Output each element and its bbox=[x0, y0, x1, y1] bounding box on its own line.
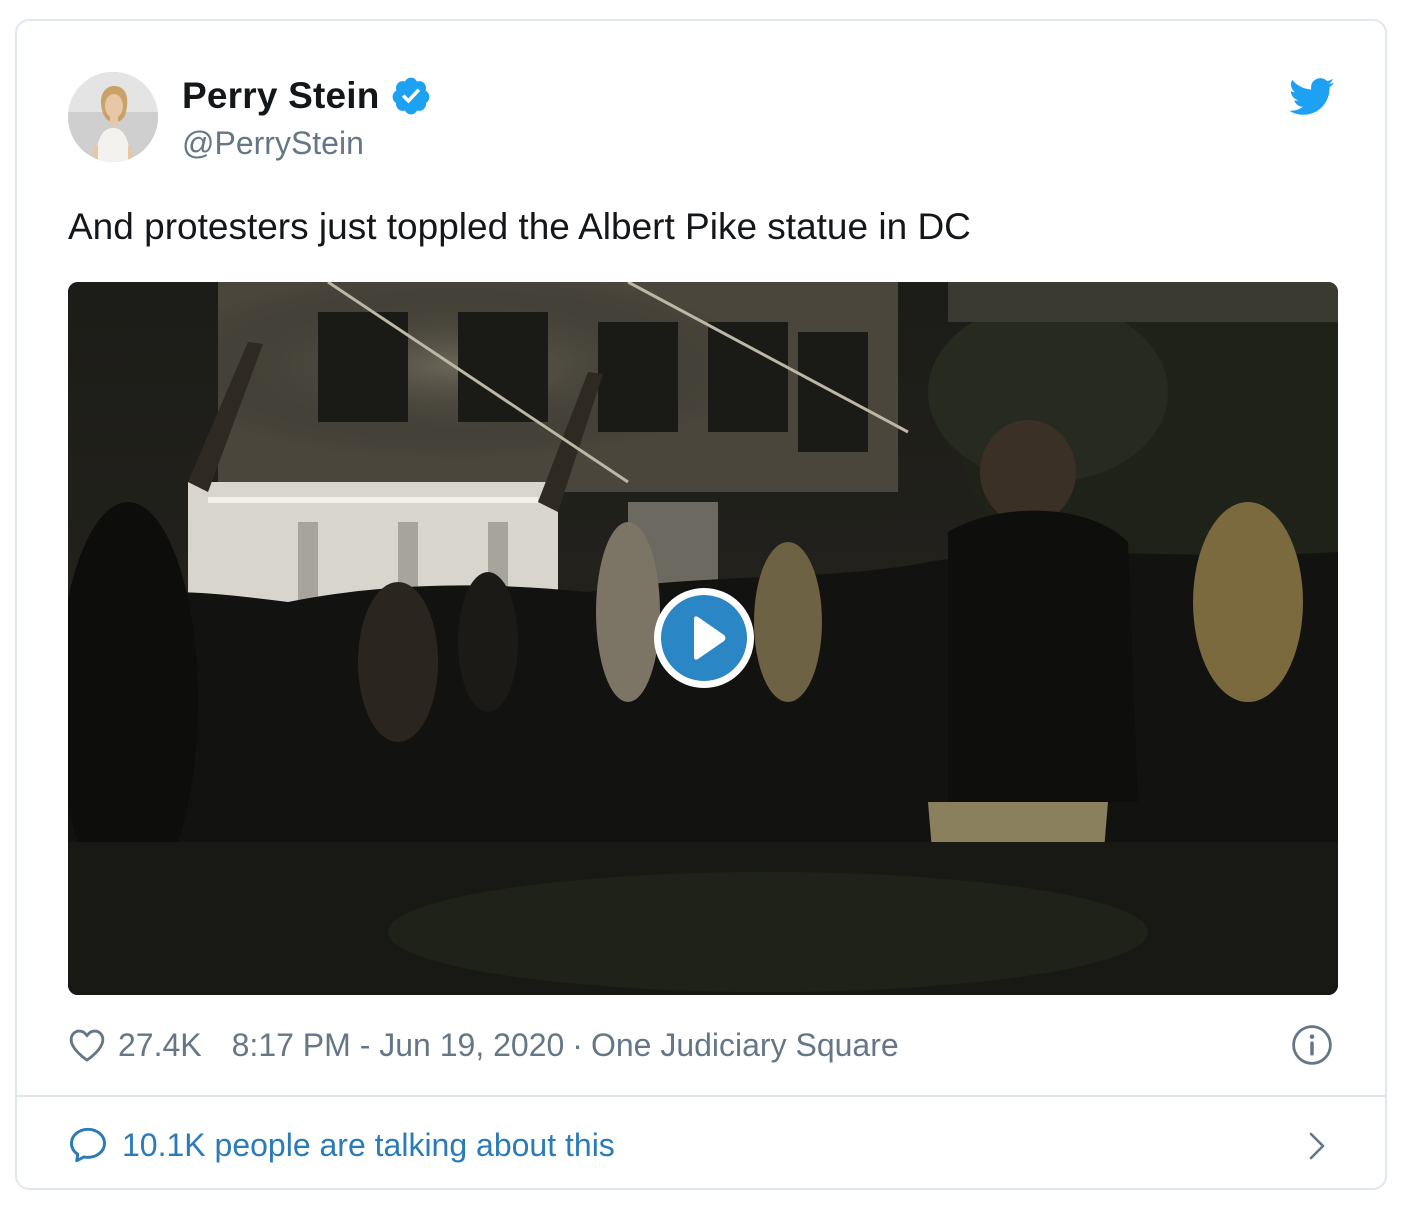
author-display-name[interactable]: Perry Stein bbox=[182, 75, 380, 117]
chevron-right-icon[interactable] bbox=[1307, 1131, 1327, 1161]
play-button[interactable] bbox=[654, 588, 754, 688]
heart-icon[interactable] bbox=[68, 1027, 106, 1063]
info-icon[interactable] bbox=[1291, 1024, 1333, 1066]
tweet-text: And protesters just toppled the Albert P… bbox=[68, 206, 971, 247]
like-count[interactable]: 27.4K bbox=[118, 1027, 202, 1064]
tweet-timestamp[interactable]: 8:17 PM - Jun 19, 2020 bbox=[232, 1027, 565, 1064]
conversation-label[interactable]: 10.1K people are talking about this bbox=[122, 1127, 615, 1164]
play-button-fill bbox=[661, 595, 747, 681]
verified-badge-icon bbox=[392, 77, 429, 115]
divider bbox=[17, 1095, 1385, 1097]
play-icon bbox=[694, 616, 726, 660]
conversation-link[interactable]: 10.1K people are talking about this bbox=[68, 1121, 615, 1169]
speech-bubble-icon bbox=[69, 1127, 107, 1163]
avatar-image bbox=[68, 72, 158, 162]
video-player[interactable] bbox=[68, 282, 1338, 995]
meta-separator: · bbox=[572, 1026, 583, 1063]
tweet-location[interactable]: One Judiciary Square bbox=[591, 1027, 899, 1064]
author-handle[interactable]: @PerryStein bbox=[182, 125, 364, 162]
twitter-bird-icon[interactable] bbox=[1289, 78, 1335, 116]
tweet-card: Perry Stein @PerryStein And protesters j… bbox=[15, 19, 1387, 1190]
tweet-meta-row: 27.4K 8:17 PM - Jun 19, 2020 · One Judic… bbox=[68, 1021, 899, 1069]
avatar[interactable] bbox=[68, 72, 158, 162]
author-name-row[interactable]: Perry Stein bbox=[182, 73, 432, 119]
